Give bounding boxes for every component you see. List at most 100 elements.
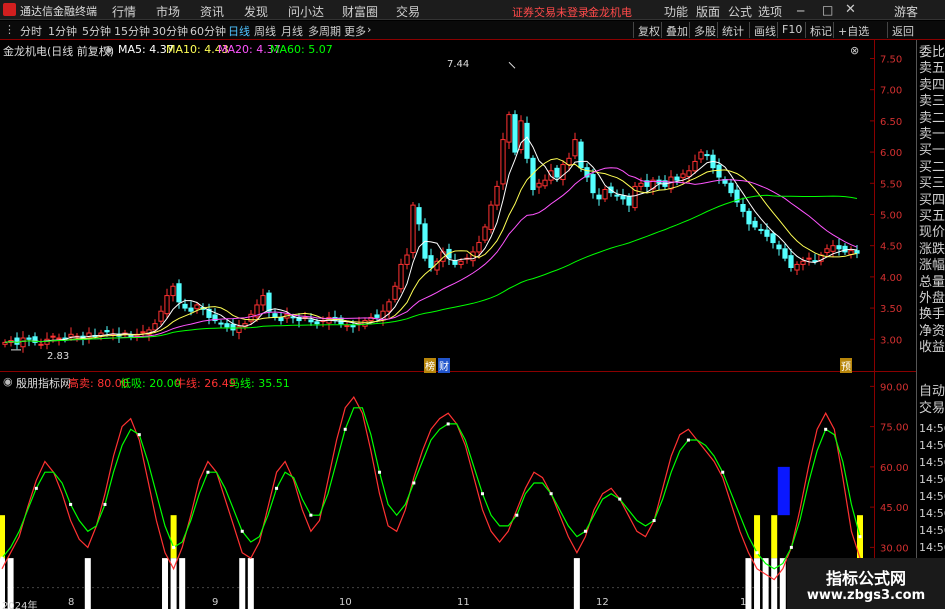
- chart-settings-icon[interactable]: ◉: [104, 43, 114, 56]
- buy-signal-bar-90: [771, 515, 778, 559]
- candle-body-142: [854, 250, 860, 254]
- period-60min[interactable]: 60分钟: [190, 23, 226, 39]
- horse-dot-60: [515, 513, 519, 517]
- close-icon[interactable]: ✕: [845, 2, 856, 17]
- multi-stock-button[interactable]: 多股: [689, 22, 720, 38]
- guest-user[interactable]: 游客: [894, 3, 918, 20]
- candle-body-106: [638, 182, 644, 187]
- period-intraday[interactable]: 分时: [20, 23, 42, 39]
- period-15min[interactable]: 15分钟: [114, 23, 150, 39]
- menu-layout[interactable]: 版面: [696, 3, 720, 20]
- candle-body-93: [560, 164, 566, 181]
- candle-body-86: [518, 120, 524, 151]
- horse-line: [1, 407, 861, 570]
- menu-discover[interactable]: 发现: [244, 3, 268, 20]
- period-weekly[interactable]: 周线: [254, 23, 276, 39]
- candle-body-64: [386, 301, 392, 312]
- menu-trade[interactable]: 交易: [396, 3, 420, 20]
- period-multi[interactable]: 多周期: [308, 23, 341, 39]
- candle-body-100: [602, 189, 608, 200]
- horse-dot-100: [858, 535, 862, 539]
- more-chevron-icon[interactable]: ›: [367, 23, 371, 36]
- period-toolbar: ⋮ 分时 1分钟 5分钟 15分钟 30分钟 60分钟 日线 周线 月线 多周期…: [0, 21, 945, 40]
- adjust-button[interactable]: 复权: [633, 22, 664, 38]
- ind-ytick-label-2: 45.00: [880, 503, 909, 514]
- candle-body-139: [836, 245, 842, 250]
- price-ytick-label-1: 3.50: [880, 304, 902, 315]
- statistics-button[interactable]: 统计: [717, 22, 748, 38]
- maximize-icon[interactable]: □: [822, 3, 833, 17]
- period-daily[interactable]: 日线: [228, 23, 250, 39]
- candle-body-31: [188, 307, 194, 312]
- draw-line-button[interactable]: 画线: [749, 22, 780, 38]
- candle-body-131: [788, 255, 794, 269]
- trade-login-notice[interactable]: 证券交易未登录: [512, 4, 589, 20]
- side-lower-item-1[interactable]: 交易: [919, 402, 945, 416]
- candle-body-4: [26, 337, 32, 340]
- candle-body-71: [428, 255, 434, 269]
- indicator-chart-svg: 15.0030.0045.0060.0075.0090.00: [0, 382, 909, 609]
- side-item-1: 卖五: [919, 61, 945, 77]
- menu-formula[interactable]: 公式: [728, 3, 752, 20]
- menu-news[interactable]: 资讯: [200, 3, 224, 20]
- period-monthly[interactable]: 月线: [281, 23, 303, 39]
- side-item-7: 买二: [919, 159, 945, 175]
- horse-dot-20: [172, 545, 176, 549]
- menu-market-quotes[interactable]: 行情: [112, 3, 136, 20]
- horse-dot-32: [275, 486, 279, 490]
- period-1min[interactable]: 1分钟: [48, 23, 77, 39]
- menu-ask[interactable]: 问小达: [288, 3, 324, 20]
- side-item-3: 卖三: [919, 94, 945, 110]
- menu-function[interactable]: 功能: [664, 3, 688, 20]
- current-stock-name: 金龙机电: [588, 6, 632, 19]
- high-marker-line: [508, 61, 516, 69]
- add-favorite-button[interactable]: +自选: [833, 22, 873, 38]
- period-more[interactable]: 更多: [344, 23, 366, 39]
- ranking-tag[interactable]: 榜: [424, 358, 436, 373]
- candle-body-113: [680, 173, 686, 179]
- candle-body-66: [398, 263, 404, 290]
- horse-dot-12: [103, 502, 107, 506]
- side-lower-item-0[interactable]: 自动: [919, 385, 945, 399]
- candle-body-3: [20, 337, 26, 348]
- candle-body-25: [152, 323, 158, 331]
- layout-toggle-icon[interactable]: ⋮: [4, 23, 15, 36]
- forecast-tag[interactable]: 预: [840, 358, 852, 373]
- candle-body-85: [512, 114, 518, 153]
- indicator-settings-icon[interactable]: ◉: [3, 375, 13, 388]
- back-button[interactable]: 返回: [887, 22, 918, 38]
- candle-body-125: [752, 220, 758, 228]
- f10-button[interactable]: F10: [777, 22, 806, 38]
- period-5min[interactable]: 5分钟: [82, 23, 111, 39]
- low-zone-bar-90: [771, 558, 778, 609]
- price-ytick-label-5: 5.50: [880, 179, 902, 190]
- horse-dot-88: [755, 551, 759, 555]
- menu-wealth-circle[interactable]: 财富圈: [342, 3, 378, 20]
- candle-body-137: [824, 248, 830, 254]
- indicator-panel[interactable]: 15.0030.0045.0060.0075.0090.00 ◉ 殷朋指标网 高…: [0, 373, 916, 609]
- candle-body-115: [692, 160, 698, 172]
- minimize-icon[interactable]: ─: [797, 4, 804, 18]
- menu-market[interactable]: 市场: [156, 3, 180, 20]
- horse-dot-16: [137, 433, 141, 437]
- candle-body-82: [494, 185, 500, 206]
- buy-signal-bar-20: [170, 515, 177, 559]
- side-item-4: 卖二: [919, 110, 945, 126]
- quote-side-panel: 委比 卖五 卖四 卖三 卖二 卖一 买一 买二 买三 买四 买五 现价 涨跌 涨幅 总量 外盘 换手 净资 收益 自动…: [917, 40, 945, 609]
- overlay-button[interactable]: 叠加: [661, 22, 692, 38]
- period-30min[interactable]: 30分钟: [152, 23, 188, 39]
- finance-tag[interactable]: 财: [438, 358, 450, 373]
- candle-body-117: [704, 154, 710, 157]
- price-ytick-label-4: 5.00: [880, 210, 902, 221]
- candle-body-23: [140, 331, 146, 334]
- panel-close-icon[interactable]: ⊗: [850, 44, 859, 57]
- menu-options[interactable]: 选项: [758, 3, 782, 20]
- candle-body-84: [506, 114, 512, 143]
- watermark: 指标公式网 www.zbgs3.com: [787, 558, 945, 609]
- candle-body-11: [68, 333, 74, 338]
- mark-button[interactable]: 标记: [805, 22, 836, 38]
- price-chart-panel[interactable]: 3.00 3.50 4.00 4.50 5.00 5.50 6.00 6.50 7.00 7.50…: [0, 40, 916, 373]
- app-title: 通达信金融终端: [20, 5, 97, 18]
- candle-body-68: [410, 204, 416, 254]
- candle-body-28: [170, 285, 176, 297]
